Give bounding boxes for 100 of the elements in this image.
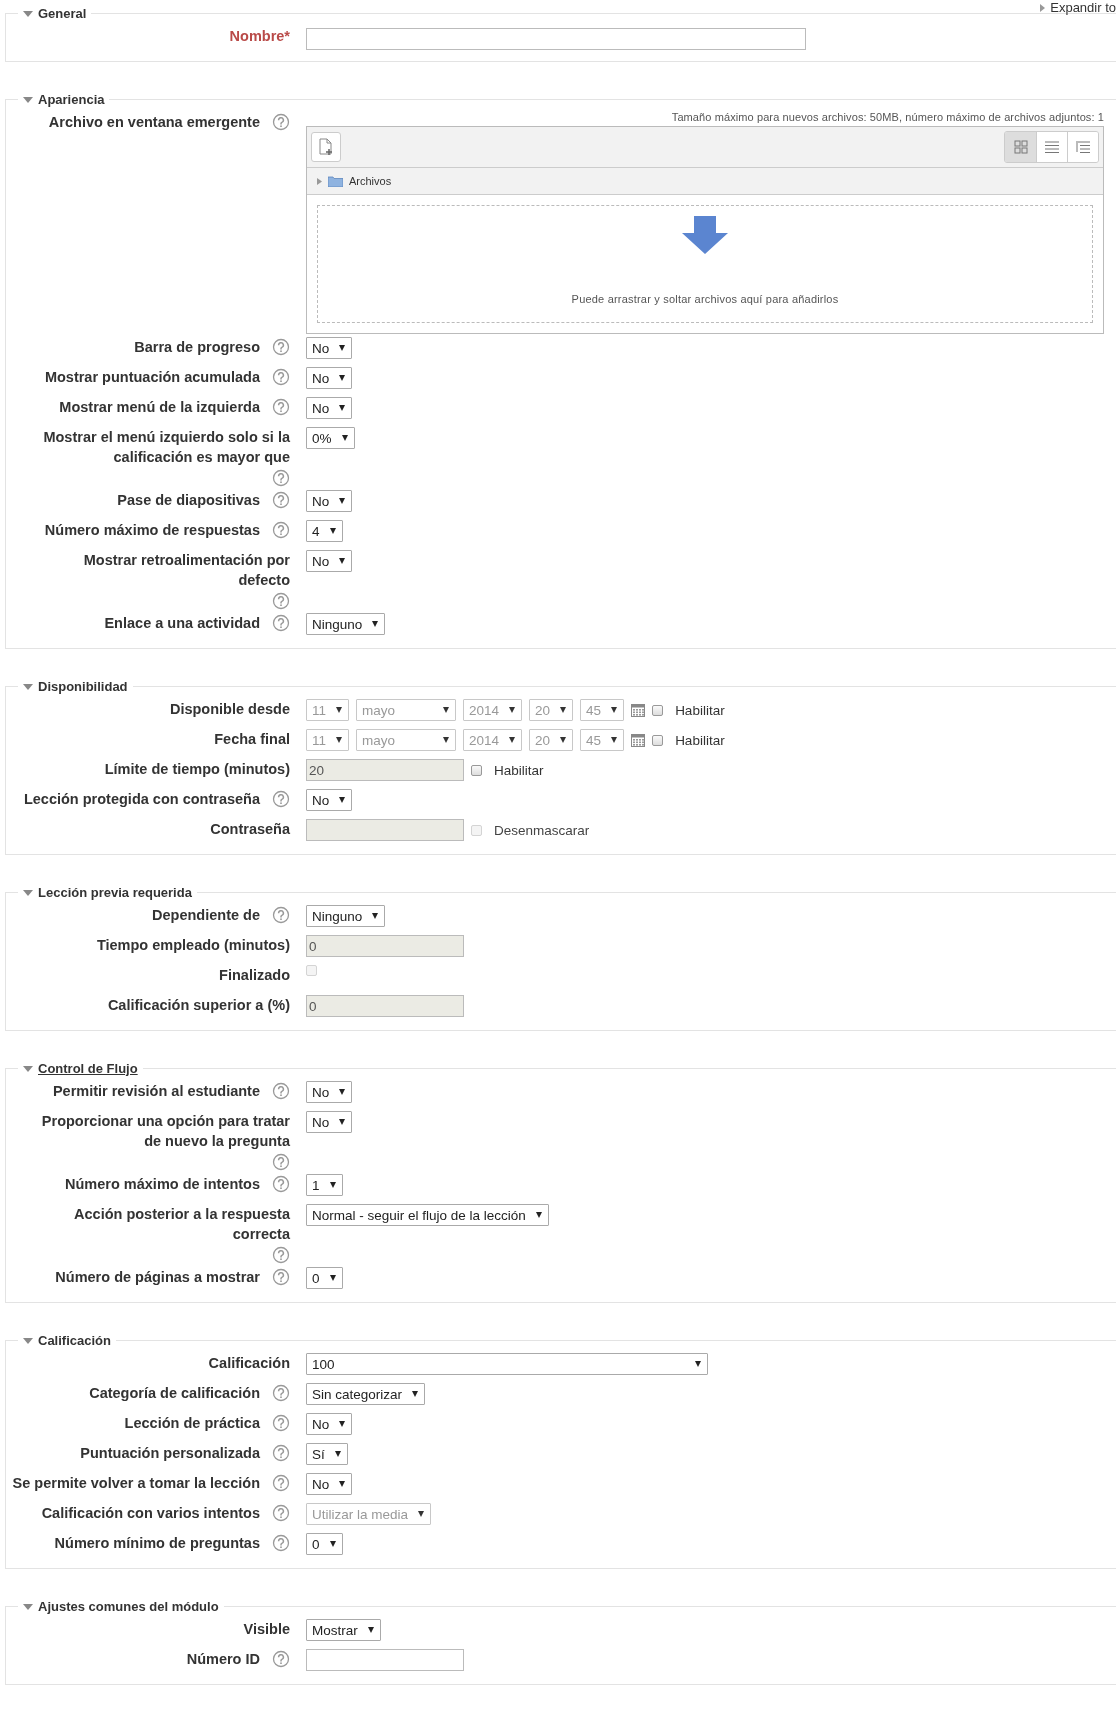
help-icon[interactable] [272, 398, 290, 416]
dropdown[interactable]: Sí [306, 1443, 348, 1465]
dropdown[interactable]: Mostrar [306, 1619, 381, 1641]
field-label: Calificación [208, 1354, 290, 1373]
caret-icon [372, 621, 379, 627]
dropdown[interactable]: 100 [306, 1353, 708, 1375]
dropdown[interactable]: No [306, 367, 353, 389]
dropdown[interactable]: No [306, 1111, 353, 1133]
field-label: Nombre* [229, 27, 290, 46]
field-label: Número ID [186, 1650, 260, 1669]
text-field[interactable] [306, 1649, 464, 1671]
help-icon[interactable] [272, 1444, 290, 1462]
checkbox[interactable] [652, 734, 664, 746]
calendar-icon[interactable] [631, 733, 646, 747]
field-label: Mostrar el menú izquierdo solo si la calificación es mayor que [42, 428, 290, 467]
dropdown[interactable]: 0 [306, 1267, 343, 1289]
caret-icon [560, 707, 567, 713]
expand-all-link[interactable]: Expandir to [1040, 0, 1116, 15]
caret-icon [336, 707, 342, 713]
help-icon[interactable] [272, 521, 290, 539]
file-limits-note: Tamaño máximo para nuevos archivos: 50MB, número máximo de archivos adjuntos: 1 [670, 111, 1104, 123]
dropdown[interactable]: No [306, 337, 353, 359]
help-icon[interactable] [272, 469, 290, 487]
caret-icon [23, 683, 33, 690]
dropdown[interactable]: No [306, 490, 353, 512]
caret-icon [339, 1089, 346, 1095]
help-icon[interactable] [272, 1246, 290, 1264]
dropdown[interactable]: No [306, 1413, 353, 1435]
field-label: Barra de progreso [134, 338, 260, 357]
caret-icon [339, 797, 346, 803]
caret-icon [611, 707, 618, 713]
caret-icon [334, 1451, 341, 1457]
caret-icon [23, 889, 33, 896]
dropdown[interactable]: No [306, 1473, 353, 1495]
field-label: Lección protegida con contraseña [23, 790, 260, 809]
help-icon[interactable] [272, 790, 290, 808]
field-label: Lección de práctica [124, 1414, 260, 1433]
section-header[interactable]: Ajustes comunes del módulo [18, 1599, 224, 1614]
section-header[interactable]: Apariencia [18, 92, 110, 107]
caret-icon [611, 737, 618, 743]
dropdown[interactable]: 4 [306, 520, 343, 542]
checkbox[interactable] [471, 764, 482, 776]
help-icon[interactable] [272, 491, 290, 509]
dropdown[interactable]: Sin categorizar [306, 1383, 426, 1405]
dropdown[interactable]: No [306, 1081, 353, 1103]
dropdown[interactable]: No [306, 397, 353, 419]
help-icon[interactable] [272, 1268, 290, 1286]
help-icon[interactable] [272, 368, 290, 386]
caret-icon [23, 1065, 33, 1072]
dropdown[interactable]: Ninguno [306, 905, 386, 927]
dropdown[interactable]: 0% [306, 427, 355, 449]
checkbox[interactable] [652, 704, 664, 716]
view-button[interactable] [1067, 132, 1098, 162]
field-label: Tiempo empleado (minutos) [96, 936, 290, 955]
grid-view-icon [1013, 140, 1028, 154]
field-label: Mostrar puntuación acumulada [44, 368, 260, 387]
caret-icon [341, 435, 348, 441]
caret-icon [443, 707, 449, 713]
dropdown[interactable]: Normal - seguir el flujo de la lección [306, 1204, 549, 1226]
dropdown[interactable]: 0 [306, 1533, 343, 1555]
view-button[interactable] [1036, 132, 1067, 162]
help-icon[interactable] [272, 1414, 290, 1432]
help-icon[interactable] [272, 1384, 290, 1402]
section-header[interactable]: Calificación [18, 1333, 116, 1348]
caret-icon [339, 1119, 346, 1125]
help-icon[interactable] [272, 592, 290, 610]
field-label: Calificación con varios intentos [41, 1504, 260, 1523]
help-icon[interactable] [272, 1175, 290, 1193]
section-header[interactable]: Control de Flujo [18, 1061, 143, 1076]
caret-icon [412, 1391, 419, 1397]
help-icon[interactable] [272, 1082, 290, 1100]
field-label: Categoría de calificación [89, 1384, 260, 1403]
text-field[interactable] [306, 28, 806, 50]
help-icon[interactable] [272, 906, 290, 924]
help-icon[interactable] [272, 614, 290, 632]
folder-name[interactable]: Archivos [349, 175, 392, 187]
dropdown[interactable]: 1 [306, 1174, 343, 1196]
help-icon[interactable] [272, 338, 290, 356]
down-arrow-icon [681, 216, 729, 254]
help-icon[interactable] [272, 1534, 290, 1552]
field-label: Visible [243, 1620, 290, 1639]
checkbox-label: Desenmascarar [494, 822, 590, 838]
add-file-button[interactable] [311, 132, 341, 162]
caret-icon [23, 1337, 33, 1344]
dropdown[interactable]: No [306, 550, 353, 572]
section-header[interactable]: Lección previa requerida [18, 885, 197, 900]
help-icon[interactable] [272, 113, 290, 131]
help-icon[interactable] [272, 1153, 290, 1171]
drop-zone[interactable]: Puede arrastrar y soltar archivos aquí para añadirlos [317, 205, 1093, 323]
section-header[interactable]: Disponibilidad [18, 679, 133, 694]
help-icon[interactable] [272, 1504, 290, 1522]
dropdown[interactable]: Ninguno [306, 613, 386, 635]
caret-icon [418, 1511, 425, 1517]
calendar-icon[interactable] [631, 703, 646, 717]
caret-icon [560, 737, 567, 743]
caret-icon [509, 737, 516, 743]
dropdown[interactable]: No [306, 789, 353, 811]
section-header[interactable]: General [18, 6, 92, 21]
help-icon[interactable] [272, 1474, 290, 1492]
help-icon[interactable] [272, 1650, 290, 1668]
